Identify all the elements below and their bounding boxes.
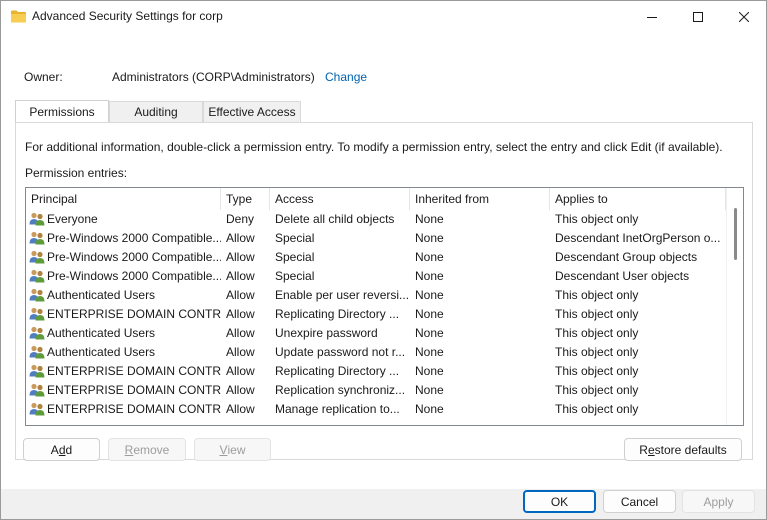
advanced-security-settings-window: Advanced Security Settings for corp Owne… [0, 0, 767, 520]
ok-button[interactable]: OK [523, 490, 596, 513]
add-button[interactable]: Add [23, 438, 100, 461]
title-bar: Advanced Security Settings for corp [1, 1, 766, 32]
restore-defaults-button[interactable]: Re store defaults [624, 438, 742, 461]
view-button[interactable]: View [194, 438, 271, 461]
folder-icon [11, 10, 26, 23]
apply-button[interactable]: Apply [682, 490, 755, 513]
window-title: Advanced Security Settings for corp [32, 9, 223, 23]
panel-buttons: Add Remove View Re store defaults [1, 32, 766, 489]
minimize-button[interactable] [629, 1, 675, 32]
maximize-button[interactable] [675, 1, 721, 32]
remove-button[interactable]: Remove [108, 438, 186, 461]
minimize-icon [647, 16, 657, 18]
close-button[interactable] [721, 1, 767, 32]
close-icon [739, 11, 749, 22]
cancel-button[interactable]: Cancel [603, 490, 676, 513]
maximize-icon [693, 11, 703, 22]
